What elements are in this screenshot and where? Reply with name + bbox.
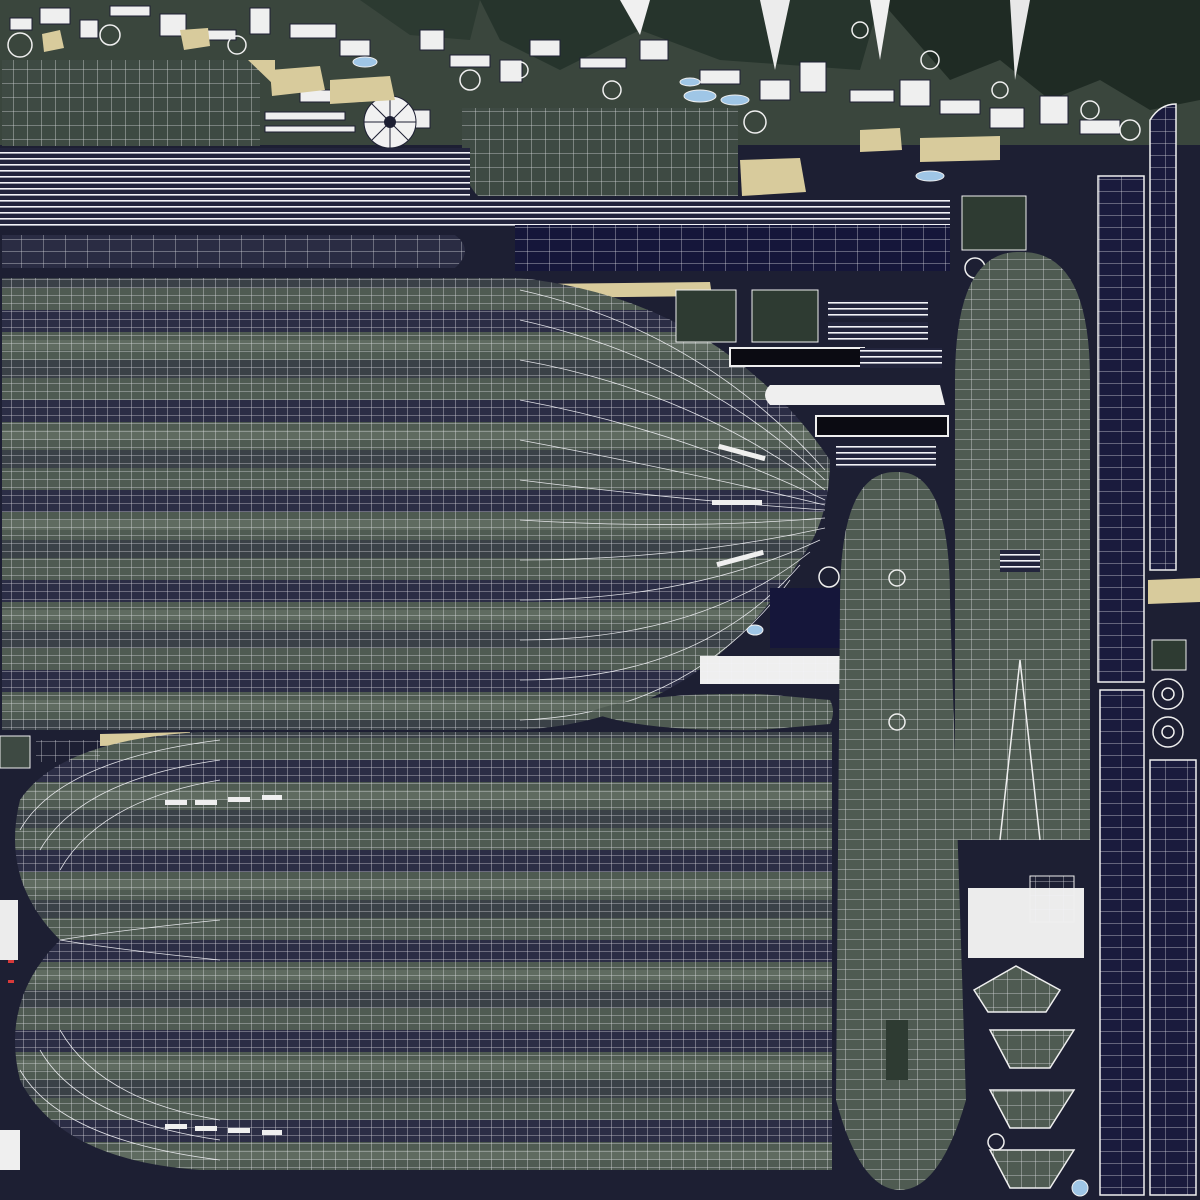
deck-panel-top-middle [462,108,738,196]
deck-hull-tall [955,251,1090,841]
hull-shell-lower [8,732,832,1170]
propeller-wheel [363,95,417,149]
deck-hull-vertical [836,471,966,1190]
keel-strip-left [2,235,465,268]
deck-panel-top-left [2,60,275,146]
uv-texture-map [0,0,1200,1200]
keel-strip-right [515,225,950,271]
